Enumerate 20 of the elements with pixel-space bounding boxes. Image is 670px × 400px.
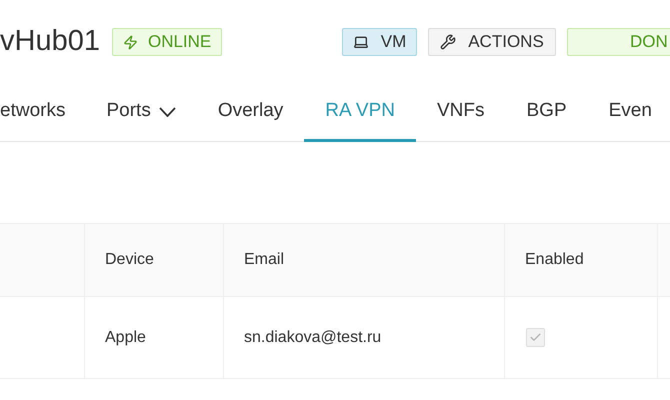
column-header: Enabled: [525, 250, 584, 270]
column-header: Email: [244, 250, 284, 270]
vm-button[interactable]: VM: [342, 28, 417, 56]
table-cell-text: Apple: [105, 328, 146, 348]
tab[interactable]: Even: [588, 84, 670, 142]
lightning-icon: [122, 34, 138, 50]
tab[interactable]: etworks: [0, 84, 86, 142]
status-badge: ONLINE: [112, 28, 222, 56]
page-title: vHub01: [0, 24, 100, 60]
column-header: Device: [105, 250, 154, 270]
wrench-icon: [440, 34, 456, 50]
table-cell-text: sn.diakova@test.ru: [244, 328, 382, 348]
tab[interactable]: Overlay: [196, 84, 304, 142]
tab[interactable]: VNFs: [416, 84, 506, 142]
check-icon: [529, 331, 542, 344]
actions-button[interactable]: ACTIONS: [428, 28, 556, 56]
laptop-icon: [352, 34, 369, 50]
checkbox[interactable]: [526, 328, 545, 347]
tab[interactable]: BGP: [506, 84, 588, 142]
tab[interactable]: Ports: [85, 84, 197, 142]
